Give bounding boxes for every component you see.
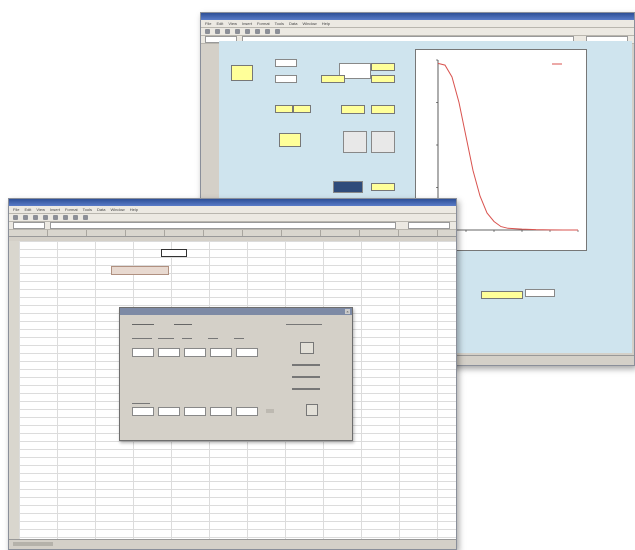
option-selector[interactable]: [132, 318, 154, 325]
formula-bar: [9, 222, 456, 230]
print-icon[interactable]: [43, 215, 48, 220]
menu-item-window[interactable]: Window: [110, 207, 124, 212]
undo-icon[interactable]: [83, 215, 88, 220]
series-line: [437, 62, 578, 231]
input-field[interactable]: [236, 348, 258, 357]
field-label: [286, 316, 322, 325]
input-field[interactable]: [184, 348, 206, 357]
submit-button[interactable]: [306, 404, 318, 416]
field-label: [158, 332, 174, 339]
undo-icon[interactable]: [275, 29, 280, 34]
field-label: [182, 332, 192, 339]
title-bar: [201, 13, 634, 20]
new-icon[interactable]: [205, 29, 210, 34]
field-label: [266, 409, 274, 413]
paste-icon[interactable]: [73, 215, 78, 220]
dialog-title-bar: [120, 308, 352, 315]
open-form-button[interactable]: [111, 266, 169, 275]
title-bar: [9, 199, 456, 206]
menu-item-view[interactable]: View: [228, 21, 237, 26]
action-button[interactable]: [292, 376, 320, 378]
value-cell[interactable]: [279, 133, 301, 147]
value-cell[interactable]: [275, 105, 293, 113]
front-excel-window: File Edit View Insert Format Tools Data …: [8, 198, 457, 550]
menu-item-file[interactable]: File: [205, 21, 211, 26]
field-label: [132, 398, 150, 404]
open-icon[interactable]: [215, 29, 220, 34]
menu-item-data[interactable]: Data: [97, 207, 105, 212]
menu-item-format[interactable]: Format: [65, 207, 78, 212]
input-field[interactable]: [210, 348, 232, 357]
toolbar: [9, 214, 456, 222]
input-field[interactable]: [236, 407, 258, 416]
cut-icon[interactable]: [53, 215, 58, 220]
run-button[interactable]: [300, 342, 314, 354]
formula-input[interactable]: [50, 222, 396, 229]
new-icon[interactable]: [13, 215, 18, 220]
input-field[interactable]: [132, 407, 154, 416]
input-field[interactable]: [132, 348, 154, 357]
menu-item-help[interactable]: Help: [130, 207, 138, 212]
input-field[interactable]: [210, 407, 232, 416]
menu-item-data[interactable]: Data: [289, 21, 297, 26]
value-cell[interactable]: [321, 75, 345, 83]
value-cell[interactable]: [371, 63, 395, 71]
menu-item-edit[interactable]: Edit: [24, 207, 31, 212]
value-cell[interactable]: [341, 105, 365, 114]
control-cell[interactable]: [275, 59, 297, 67]
menu-item-file[interactable]: File: [13, 207, 19, 212]
value-cell[interactable]: [371, 75, 395, 83]
action-button[interactable]: [333, 181, 363, 193]
action-button[interactable]: [292, 364, 320, 366]
value-cell[interactable]: [371, 105, 395, 114]
menu-item-insert[interactable]: Insert: [242, 21, 252, 26]
placeholder-box: [371, 131, 395, 153]
name-box[interactable]: [13, 222, 45, 229]
option-selector[interactable]: [174, 318, 192, 325]
save-icon[interactable]: [33, 215, 38, 220]
cut-icon[interactable]: [245, 29, 250, 34]
value-cell[interactable]: [293, 105, 311, 113]
input-field[interactable]: [158, 407, 180, 416]
print-icon[interactable]: [235, 29, 240, 34]
menu-item-tools[interactable]: Tools: [83, 207, 92, 212]
copy-icon[interactable]: [63, 215, 68, 220]
menu-item-window[interactable]: Window: [302, 21, 316, 26]
menu-bar: File Edit View Insert Format Tools Data …: [9, 206, 456, 214]
action-button[interactable]: [292, 388, 320, 390]
field-label: [132, 332, 152, 339]
value-cell[interactable]: [371, 183, 395, 191]
value-cell[interactable]: [481, 291, 523, 299]
field-label: [208, 332, 218, 339]
control-cell[interactable]: [525, 289, 555, 297]
menu-item-insert[interactable]: Insert: [50, 207, 60, 212]
user-form-dialog: ×: [119, 307, 353, 441]
placeholder-box: [343, 131, 367, 153]
toolbar: [201, 28, 634, 36]
copy-icon[interactable]: [255, 29, 260, 34]
menu-item-format[interactable]: Format: [257, 21, 270, 26]
close-icon[interactable]: ×: [345, 309, 350, 314]
status-segment: [13, 542, 53, 546]
menu-item-help[interactable]: Help: [322, 21, 330, 26]
menu-item-edit[interactable]: Edit: [216, 21, 223, 26]
field-label: [234, 332, 244, 339]
menu-item-tools[interactable]: Tools: [275, 21, 284, 26]
selected-cell[interactable]: [161, 249, 187, 257]
zoom-select[interactable]: [408, 222, 450, 229]
control-cell[interactable]: [275, 75, 297, 83]
column-header: [9, 230, 456, 237]
save-icon[interactable]: [225, 29, 230, 34]
menu-item-view[interactable]: View: [36, 207, 45, 212]
input-field[interactable]: [158, 348, 180, 357]
input-cell[interactable]: [231, 65, 253, 81]
input-field[interactable]: [184, 407, 206, 416]
menu-bar: File Edit View Insert Format Tools Data …: [201, 20, 634, 28]
paste-icon[interactable]: [265, 29, 270, 34]
open-icon[interactable]: [23, 215, 28, 220]
